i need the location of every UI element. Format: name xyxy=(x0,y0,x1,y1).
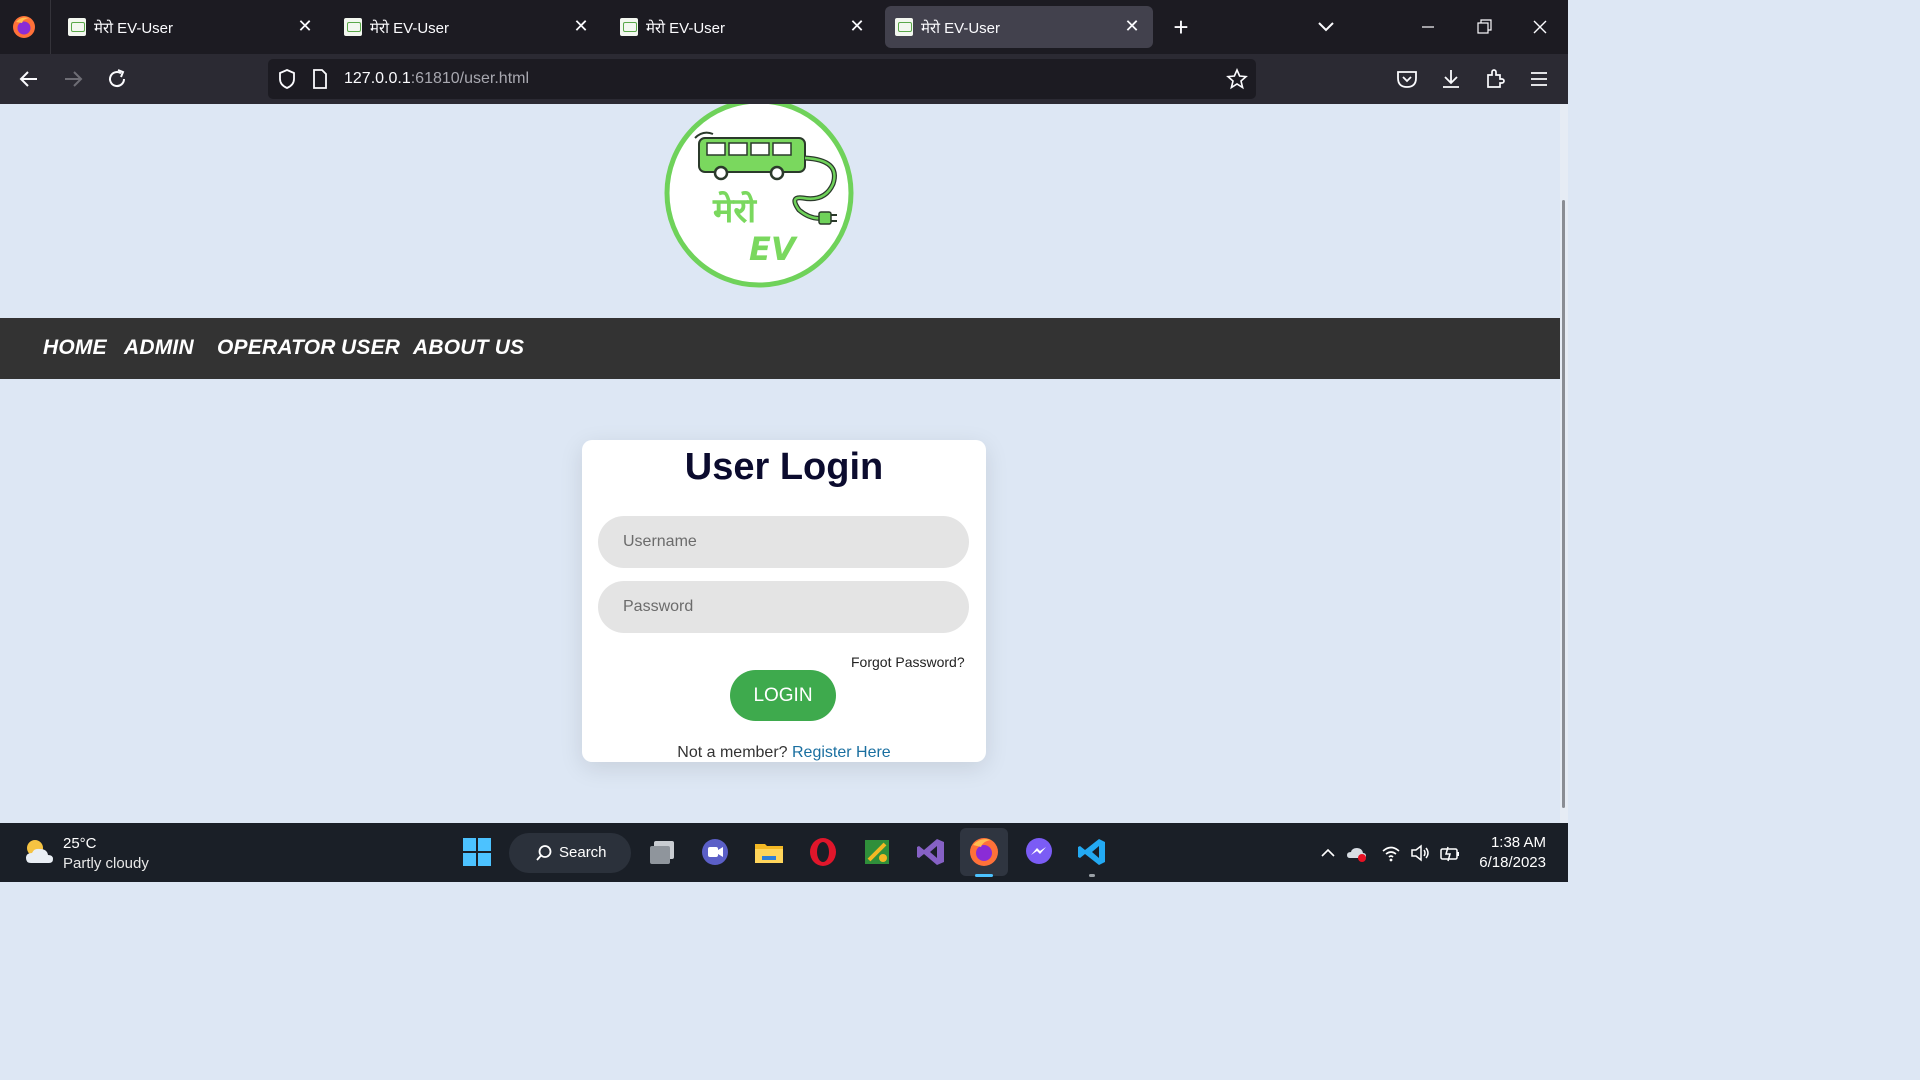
chevron-down-icon[interactable] xyxy=(1314,14,1338,38)
scrollbar-thumb[interactable] xyxy=(1562,200,1565,808)
dev-tools-app-icon[interactable] xyxy=(861,836,893,868)
search-label: Search xyxy=(559,844,607,861)
tab-favicon-icon xyxy=(620,18,638,36)
browser-tab[interactable]: मेरो EV-User ✕ xyxy=(58,6,326,48)
vscode-icon[interactable] xyxy=(1076,836,1108,868)
forgot-password-link[interactable]: Forgot Password? xyxy=(851,654,965,670)
visual-studio-icon[interactable] xyxy=(915,836,947,868)
tab-favicon-icon xyxy=(68,18,86,36)
back-arrow-icon[interactable] xyxy=(16,66,42,92)
messenger-icon[interactable] xyxy=(1023,836,1055,868)
clock-time[interactable]: 1:38 AM xyxy=(1480,834,1546,851)
firefox-icon[interactable] xyxy=(968,836,1000,868)
windows-taskbar: 25°C Partly cloudy Search 1:38 AM 6/18/2… xyxy=(0,823,1568,882)
hamburger-menu-icon[interactable] xyxy=(1526,66,1552,92)
reload-icon[interactable] xyxy=(104,66,130,92)
browser-tab[interactable]: मेरो EV-User ✕ xyxy=(610,6,878,48)
partly-cloudy-icon[interactable] xyxy=(22,835,56,869)
nav-admin[interactable]: ADMIN xyxy=(124,336,194,360)
member-text: Not a member? xyxy=(677,744,788,761)
mero-ev-logo: मेरो EV xyxy=(664,104,854,288)
new-tab-icon[interactable]: + xyxy=(1168,13,1194,41)
shield-icon[interactable] xyxy=(276,68,298,90)
username-input[interactable] xyxy=(598,516,969,568)
browser-tab[interactable]: मेरो EV-User ✕ xyxy=(334,6,602,48)
login-button[interactable]: LOGIN xyxy=(730,670,836,721)
weather-condition[interactable]: Partly cloudy xyxy=(63,855,149,872)
tab-favicon-icon xyxy=(895,18,913,36)
weather-temperature[interactable]: 25°C xyxy=(63,835,97,852)
register-prompt: Not a member? Register Here xyxy=(582,744,986,762)
forward-arrow-icon[interactable] xyxy=(60,66,86,92)
browser-tab-active[interactable]: मेरो EV-User ✕ xyxy=(885,6,1153,48)
password-input[interactable] xyxy=(598,581,969,633)
tab-title: मेरो EV-User xyxy=(370,20,450,37)
nav-operator[interactable]: OPERATOR xyxy=(217,336,336,360)
login-card: User Login Forgot Password? LOGIN Not a … xyxy=(582,440,986,762)
download-icon[interactable] xyxy=(1438,66,1464,92)
nav-home[interactable]: HOME xyxy=(43,336,107,360)
taskbar-search[interactable]: Search xyxy=(509,833,631,873)
pocket-icon[interactable] xyxy=(1394,66,1420,92)
minimize-icon[interactable] xyxy=(1414,13,1442,41)
chevron-up-icon[interactable] xyxy=(1317,842,1339,864)
extensions-icon[interactable] xyxy=(1482,66,1508,92)
tab-separator xyxy=(50,0,51,54)
teams-chat-icon[interactable] xyxy=(699,836,731,868)
register-link[interactable]: Register Here xyxy=(792,744,891,761)
close-tab-icon[interactable]: ✕ xyxy=(846,15,868,37)
url-path: :61810/user.html xyxy=(410,70,530,87)
page-content: मेरो EV HOME ADMIN OPERATOR USER ABOUT U… xyxy=(0,104,1560,823)
login-title: User Login xyxy=(684,446,884,488)
page-icon[interactable] xyxy=(310,68,330,90)
wifi-icon[interactable] xyxy=(1380,842,1402,864)
onedrive-icon[interactable] xyxy=(1346,842,1368,864)
nav-about-us[interactable]: ABOUT US xyxy=(413,336,524,360)
site-navigation: HOME ADMIN OPERATOR USER ABOUT US xyxy=(0,318,1560,379)
tab-title: मेरो EV-User xyxy=(94,20,174,37)
close-tab-icon[interactable]: ✕ xyxy=(570,15,592,37)
url-host: 127.0.0.1 xyxy=(344,70,411,87)
firefox-menu-icon[interactable] xyxy=(12,15,36,39)
url-text[interactable]: 127.0.0.1:61810/user.html xyxy=(344,70,529,88)
running-app-indicator xyxy=(1089,874,1095,877)
browser-tab-bar: मेरो EV-User ✕ मेरो EV-User ✕ मेरो EV-Us… xyxy=(0,0,1568,54)
windows-start-icon[interactable] xyxy=(461,836,493,868)
search-icon xyxy=(536,845,552,861)
clock-date[interactable]: 6/18/2023 xyxy=(1470,854,1546,871)
file-explorer-icon[interactable] xyxy=(753,836,785,868)
nav-user[interactable]: USER xyxy=(341,336,400,360)
tab-title: मेरो EV-User xyxy=(646,20,726,37)
volume-icon[interactable] xyxy=(1409,842,1431,864)
tab-favicon-icon xyxy=(344,18,362,36)
logo-text-bottom: EV xyxy=(749,230,798,268)
active-app-indicator xyxy=(975,874,993,877)
task-view-icon[interactable] xyxy=(646,836,678,868)
logo-text-top: मेरो xyxy=(712,190,757,231)
battery-icon[interactable] xyxy=(1439,842,1461,864)
close-window-icon[interactable] xyxy=(1526,13,1554,41)
restore-icon[interactable] xyxy=(1470,13,1498,41)
browser-toolbar: 127.0.0.1:61810/user.html xyxy=(0,54,1568,104)
tab-title: मेरो EV-User xyxy=(921,20,1001,37)
address-bar[interactable]: 127.0.0.1:61810/user.html xyxy=(268,59,1256,99)
close-tab-icon[interactable]: ✕ xyxy=(1121,15,1143,37)
opera-icon[interactable] xyxy=(807,836,839,868)
bookmark-star-icon[interactable] xyxy=(1226,68,1248,90)
close-tab-icon[interactable]: ✕ xyxy=(294,15,316,37)
